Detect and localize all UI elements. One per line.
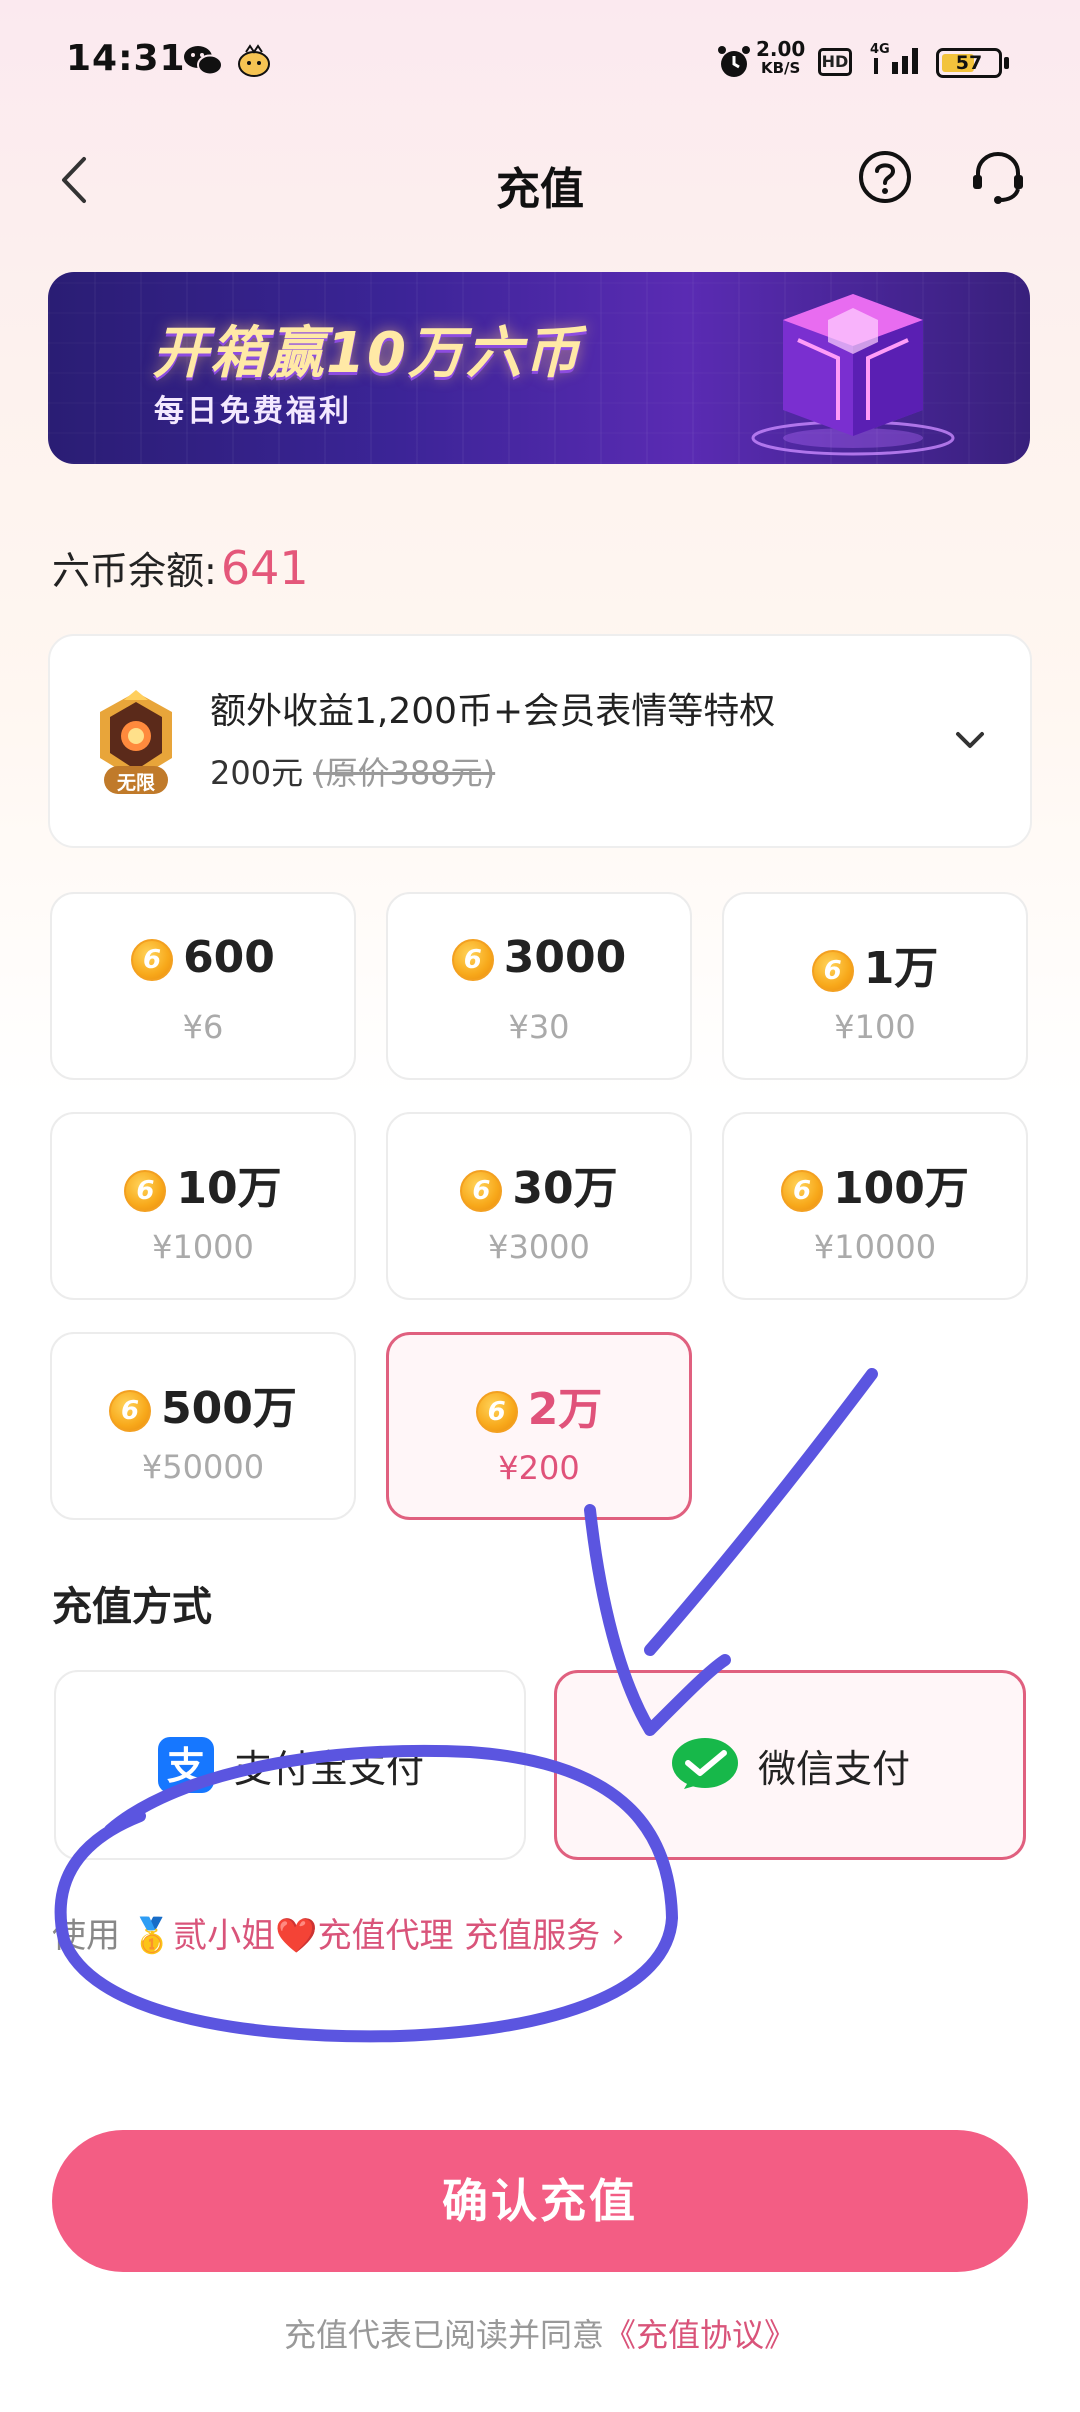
package-amount: 6 100万 bbox=[724, 1152, 1026, 1216]
vip-badge-text: 无限 bbox=[116, 772, 155, 794]
coin-icon: 6 bbox=[131, 939, 174, 981]
alipay-option[interactable]: 支 支付宝支付 bbox=[54, 1670, 526, 1860]
page-title: 充值 bbox=[496, 164, 584, 215]
balance-label: 六币余额: bbox=[52, 549, 217, 593]
package-price: ¥50000 bbox=[141, 1448, 265, 1486]
banner-subtitle: 每日免费福利 bbox=[154, 394, 352, 429]
agreement-notice: 充值代表已阅读并同意《充值协议》 bbox=[0, 2310, 1080, 2356]
coin-package-2[interactable]: 6 3000 ¥30 bbox=[386, 892, 692, 1080]
coin-package-4[interactable]: 6 10万 ¥1000 bbox=[50, 1112, 356, 1300]
package-amount-text: 30万 bbox=[512, 1163, 618, 1214]
package-amount: 6 1万 bbox=[724, 932, 1026, 996]
coin-icon: 6 bbox=[109, 1390, 152, 1432]
app-notification-icon bbox=[238, 44, 270, 77]
coin-icon: 6 bbox=[460, 1170, 503, 1212]
help-icon[interactable] bbox=[855, 147, 915, 207]
banner-title: 开箱赢10万六币 bbox=[152, 321, 582, 386]
speed-value: 2.00 bbox=[756, 37, 806, 61]
chevron-down-icon[interactable] bbox=[948, 718, 992, 762]
confirm-recharge-button[interactable]: 确认充值 bbox=[52, 2130, 1028, 2272]
wechat-notification-icon bbox=[184, 46, 223, 76]
package-amount-text: 3000 bbox=[503, 932, 627, 983]
status-bar: 14:31 2.00 KB/S HD 4G 57 bbox=[0, 0, 1080, 130]
coin-icon: 6 bbox=[781, 1170, 824, 1212]
package-amount-text: 1万 bbox=[863, 943, 939, 994]
alipay-icon: 支 bbox=[157, 1737, 214, 1793]
balance-value: 641 bbox=[220, 541, 309, 595]
battery-level: 57 bbox=[955, 52, 983, 74]
package-amount: 6 3000 bbox=[388, 932, 690, 983]
svg-text:4G: 4G bbox=[870, 42, 890, 57]
mystery-box-icon bbox=[751, 294, 955, 456]
package-amount: 6 30万 bbox=[388, 1152, 690, 1216]
svg-text:支: 支 bbox=[167, 1744, 205, 1788]
package-amount-text: 600 bbox=[183, 932, 275, 983]
customer-service-icon[interactable] bbox=[966, 145, 1030, 209]
coin-package-3[interactable]: 6 1万 ¥100 bbox=[722, 892, 1028, 1080]
vip-price: 200元 bbox=[210, 754, 304, 792]
battery-icon: 57 bbox=[936, 48, 1002, 78]
vip-price-row: 200元 (原价388元) bbox=[210, 748, 495, 794]
package-price: ¥100 bbox=[834, 1008, 916, 1046]
vip-offer-card[interactable]: 无限 额外收益1,200币+会员表情等特权 200元 (原价388元) bbox=[48, 634, 1032, 848]
speed-unit: KB/S bbox=[761, 59, 801, 77]
wechat-pay-icon bbox=[671, 1738, 738, 1789]
network-speed: 2.00 KB/S bbox=[756, 37, 806, 78]
package-price: ¥10000 bbox=[813, 1228, 937, 1266]
package-amount: 6 10万 bbox=[52, 1152, 354, 1216]
package-price: ¥3000 bbox=[488, 1228, 590, 1266]
package-amount: 6 2万 bbox=[389, 1373, 689, 1437]
coin-package-1[interactable]: 6 600 ¥6 bbox=[50, 892, 356, 1080]
agreement-text: 充值代表已阅读并同意 bbox=[283, 2316, 604, 2354]
package-price: ¥30 bbox=[508, 1008, 570, 1046]
coin-package-7[interactable]: 6 500万 ¥50000 bbox=[50, 1332, 356, 1520]
alarm-icon bbox=[718, 46, 750, 77]
package-amount-text: 500万 bbox=[161, 1383, 297, 1434]
agent-prefix: 使用 bbox=[52, 1916, 120, 1956]
wechat-pay-option[interactable]: 微信支付 bbox=[554, 1670, 1026, 1860]
agent-service-link-row[interactable]: 使用 🥇贰小姐❤️充值代理 充值服务 › bbox=[52, 1908, 625, 1957]
package-amount: 6 600 bbox=[52, 932, 354, 983]
wechat-pay-label: 微信支付 bbox=[757, 1746, 910, 1791]
agent-service-link[interactable]: 贰小姐❤️充值代理 充值服务 › bbox=[173, 1916, 625, 1956]
promo-banner[interactable]: 开箱赢10万六币 每日免费福利 bbox=[48, 272, 1030, 464]
alipay-label: 支付宝支付 bbox=[233, 1746, 424, 1791]
medal-icon: 🥇 bbox=[130, 1916, 174, 1956]
nav-bar: 充值 bbox=[0, 135, 1080, 225]
vip-original-price: (原价388元) bbox=[313, 754, 496, 792]
agreement-link[interactable]: 《充值协议》 bbox=[604, 2316, 796, 2354]
coin-icon: 6 bbox=[811, 950, 854, 992]
package-amount: 6 500万 bbox=[52, 1372, 354, 1436]
package-amount-text: 10万 bbox=[176, 1163, 282, 1214]
package-price: ¥200 bbox=[498, 1449, 580, 1487]
coin-package-6[interactable]: 6 100万 ¥10000 bbox=[722, 1112, 1028, 1300]
package-price: ¥6 bbox=[182, 1008, 224, 1046]
signal-icon: 4G bbox=[870, 42, 918, 74]
status-time: 14:31 bbox=[66, 38, 186, 79]
package-amount-text: 100万 bbox=[833, 1163, 969, 1214]
package-amount-text: 2万 bbox=[527, 1384, 603, 1435]
coin-icon: 6 bbox=[124, 1170, 167, 1212]
package-price: ¥1000 bbox=[152, 1228, 254, 1266]
payment-section-title: 充值方式 bbox=[52, 1584, 212, 1630]
coin-icon: 6 bbox=[475, 1391, 518, 1433]
coin-package-5[interactable]: 6 30万 ¥3000 bbox=[386, 1112, 692, 1300]
coin-icon: 6 bbox=[451, 939, 494, 981]
coin-balance: 六币余额:641 bbox=[52, 540, 309, 595]
coin-package-8[interactable]: 6 2万 ¥200 bbox=[386, 1332, 692, 1520]
hd-badge: HD bbox=[818, 48, 852, 76]
vip-title: 额外收益1,200币+会员表情等特权 bbox=[210, 691, 776, 732]
